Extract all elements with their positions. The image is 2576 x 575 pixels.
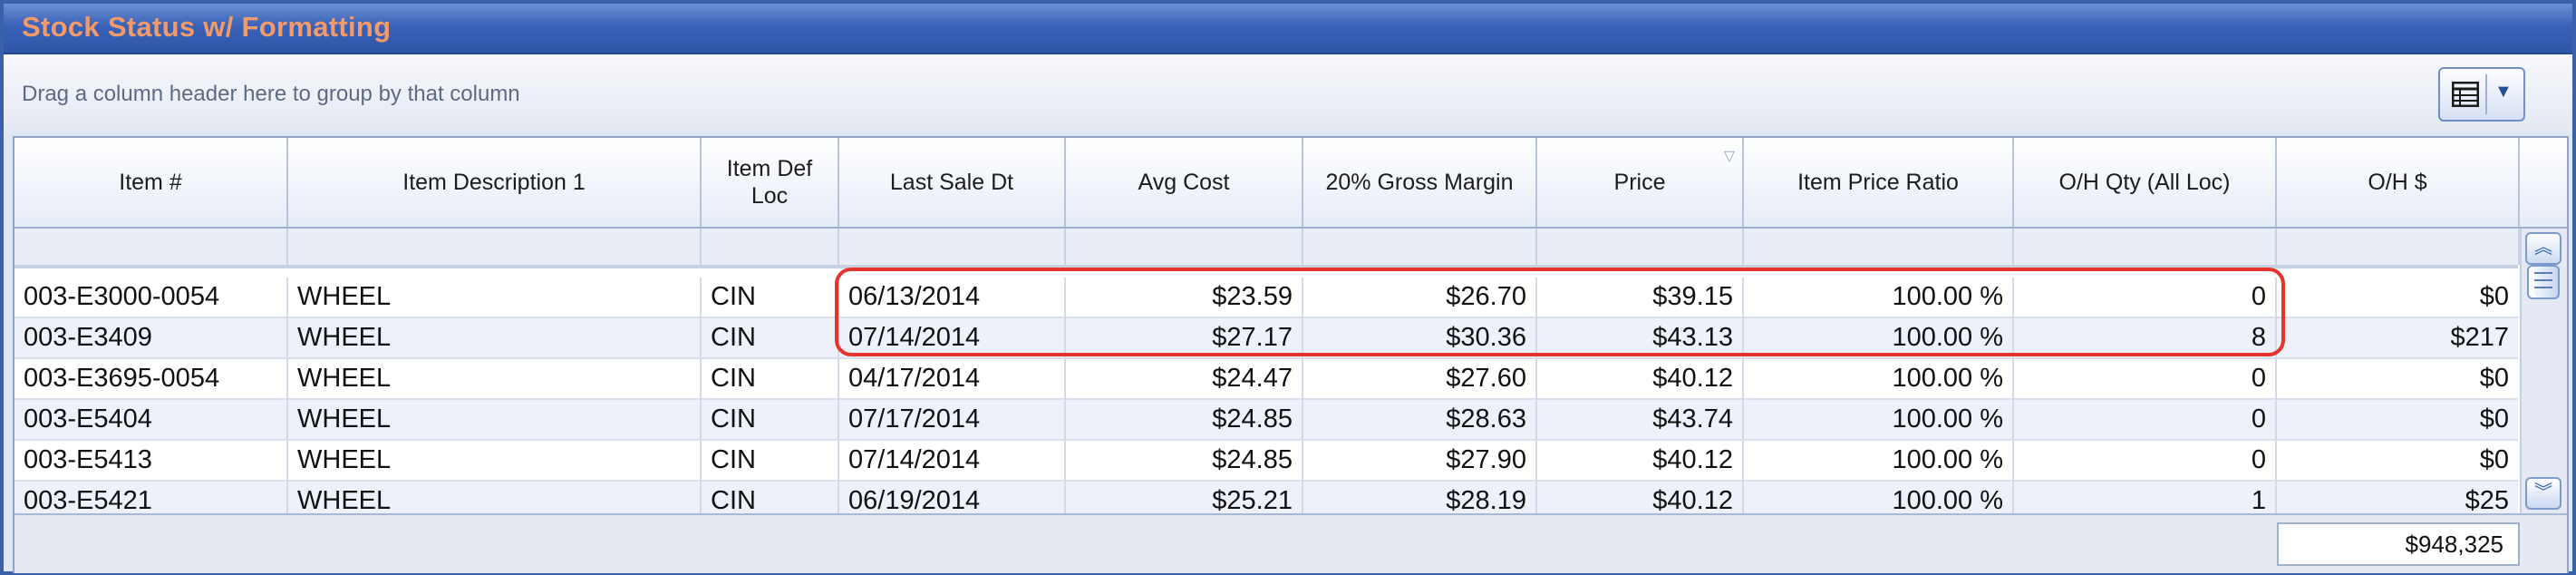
filter-cell[interactable] — [702, 229, 839, 265]
summary-footer: $948,325 — [15, 513, 2567, 573]
cell-item-description[interactable]: WHEEL — [288, 359, 702, 400]
column-header-gross-margin[interactable]: 20% Gross Margin — [1303, 138, 1537, 227]
cell-last-sale-dt[interactable]: 07/17/2014 — [839, 400, 1066, 441]
vertical-scrollbar[interactable]: ︽ ︾ — [2520, 229, 2567, 513]
column-header-avg-cost[interactable]: Avg Cost — [1066, 138, 1303, 227]
cell-last-sale-dt[interactable]: 06/19/2014 — [839, 482, 1066, 513]
cell-avg-cost[interactable]: $24.85 — [1066, 400, 1303, 441]
cell-item-number[interactable]: 003-E3000-0054 — [15, 278, 288, 318]
cell-item-number[interactable]: 003-E5421 — [15, 482, 288, 513]
filter-cell[interactable] — [1066, 229, 1303, 265]
filter-cell[interactable] — [1537, 229, 1744, 265]
cell-item-price-ratio[interactable]: 100.00 % — [1744, 482, 2014, 513]
cell-item-price-ratio[interactable]: 100.00 % — [1744, 400, 2014, 441]
cell-oh-value[interactable]: $0 — [2277, 359, 2518, 400]
column-header-item-number[interactable]: Item # — [15, 138, 288, 227]
cell-gross-margin[interactable]: $28.63 — [1303, 400, 1537, 441]
cell-item-number[interactable]: 003-E5413 — [15, 441, 288, 482]
sort-indicator-icon: ▽ — [1723, 149, 1735, 164]
cell-item-description[interactable]: WHEEL — [288, 278, 702, 318]
cell-item-def-loc[interactable]: CIN — [702, 318, 839, 359]
column-chooser-button[interactable]: ▼ — [2438, 67, 2525, 122]
chevron-up-icon: ︽ — [2534, 238, 2552, 258]
group-by-panel[interactable]: Drag a column header here to group by th… — [4, 54, 2572, 132]
cell-avg-cost[interactable]: $24.85 — [1066, 441, 1303, 482]
total-oh-value: $948,325 — [2277, 522, 2520, 566]
cell-last-sale-dt[interactable]: 07/14/2014 — [839, 441, 1066, 482]
cell-item-def-loc[interactable]: CIN — [702, 278, 839, 318]
scroll-up-button[interactable]: ︽ — [2525, 232, 2561, 265]
cell-item-description[interactable]: WHEEL — [288, 482, 702, 513]
cell-price[interactable]: $43.74 — [1537, 400, 1744, 441]
cell-oh-value[interactable]: $0 — [2277, 400, 2518, 441]
filter-cell[interactable] — [1303, 229, 1537, 265]
stock-status-window: Stock Status w/ Formatting Drag a column… — [0, 0, 2576, 575]
column-header-item-description[interactable]: Item Description 1 — [288, 138, 702, 227]
filter-cell[interactable] — [1744, 229, 2014, 265]
chevron-down-icon: ▼ — [2494, 82, 2513, 102]
column-header-item-price-ratio[interactable]: Item Price Ratio — [1744, 138, 2014, 227]
title-bar: Stock Status w/ Formatting — [4, 4, 2572, 54]
cell-oh-value[interactable]: $0 — [2277, 441, 2518, 482]
cell-gross-margin[interactable]: $28.19 — [1303, 482, 1537, 513]
table-row[interactable]: 003-E5413 WHEEL CIN 07/14/2014 $24.85 $2… — [15, 441, 2518, 482]
cell-price[interactable]: $40.12 — [1537, 359, 1744, 400]
cell-oh-value[interactable]: $25 — [2277, 482, 2518, 513]
cell-oh-qty[interactable]: 1 — [2014, 482, 2277, 513]
cell-price[interactable]: $40.12 — [1537, 441, 1744, 482]
cell-item-def-loc[interactable]: CIN — [702, 441, 839, 482]
cell-item-number[interactable]: 003-E3409 — [15, 318, 288, 359]
cell-price[interactable]: $40.12 — [1537, 482, 1744, 513]
cell-item-description[interactable]: WHEEL — [288, 318, 702, 359]
cell-item-number[interactable]: 003-E3695-0054 — [15, 359, 288, 400]
annotation-highlight-box — [835, 268, 2285, 356]
column-header-oh-qty[interactable]: O/H Qty (All Loc) — [2014, 138, 2277, 227]
cell-oh-qty[interactable]: 0 — [2014, 359, 2277, 400]
cell-item-description[interactable]: WHEEL — [288, 441, 702, 482]
data-grid: Item # Item Description 1 Item Def Loc L… — [13, 136, 2569, 573]
cell-oh-qty[interactable]: 0 — [2014, 441, 2277, 482]
cell-oh-value[interactable]: $0 — [2277, 278, 2518, 318]
column-header-row: Item # Item Description 1 Item Def Loc L… — [15, 138, 2567, 229]
cell-avg-cost[interactable]: $24.47 — [1066, 359, 1303, 400]
cell-gross-margin[interactable]: $27.60 — [1303, 359, 1537, 400]
table-row[interactable]: 003-E5421 WHEEL CIN 06/19/2014 $25.21 $2… — [15, 482, 2518, 513]
cell-item-def-loc[interactable]: CIN — [702, 400, 839, 441]
table-row[interactable]: 003-E3695-0054 WHEEL CIN 04/17/2014 $24.… — [15, 359, 2518, 400]
column-header-last-sale-dt[interactable]: Last Sale Dt — [839, 138, 1066, 227]
column-header-item-def-loc[interactable]: Item Def Loc — [702, 138, 839, 227]
cell-gross-margin[interactable]: $27.90 — [1303, 441, 1537, 482]
grid-view-icon — [2445, 74, 2487, 114]
cell-item-def-loc[interactable]: CIN — [702, 482, 839, 513]
filter-row[interactable] — [15, 229, 2520, 268]
cell-oh-qty[interactable]: 0 — [2014, 400, 2277, 441]
filter-cell[interactable] — [288, 229, 702, 265]
cell-item-number[interactable]: 003-E5404 — [15, 400, 288, 441]
filter-cell[interactable] — [839, 229, 1066, 265]
cell-oh-value[interactable]: $217 — [2277, 318, 2518, 359]
cell-item-price-ratio[interactable]: 100.00 % — [1744, 441, 2014, 482]
filter-cell[interactable] — [2014, 229, 2277, 265]
scroll-thumb[interactable] — [2527, 265, 2560, 299]
cell-item-def-loc[interactable]: CIN — [702, 359, 839, 400]
cell-item-description[interactable]: WHEEL — [288, 400, 702, 441]
filter-cell[interactable] — [15, 229, 288, 265]
column-header-oh-value[interactable]: O/H $ — [2277, 138, 2520, 227]
cell-last-sale-dt[interactable]: 04/17/2014 — [839, 359, 1066, 400]
chevron-down-icon: ︾ — [2534, 482, 2552, 502]
filter-cell[interactable] — [2277, 229, 2520, 265]
group-by-hint: Drag a column header here to group by th… — [22, 82, 520, 106]
table-row[interactable]: 003-E5404 WHEEL CIN 07/17/2014 $24.85 $2… — [15, 400, 2518, 441]
scroll-down-button[interactable]: ︾ — [2525, 477, 2561, 510]
window-title: Stock Status w/ Formatting — [22, 11, 392, 43]
cell-avg-cost[interactable]: $25.21 — [1066, 482, 1303, 513]
cell-item-price-ratio[interactable]: 100.00 % — [1744, 359, 2014, 400]
column-header-price[interactable]: Price ▽ — [1537, 138, 1744, 227]
